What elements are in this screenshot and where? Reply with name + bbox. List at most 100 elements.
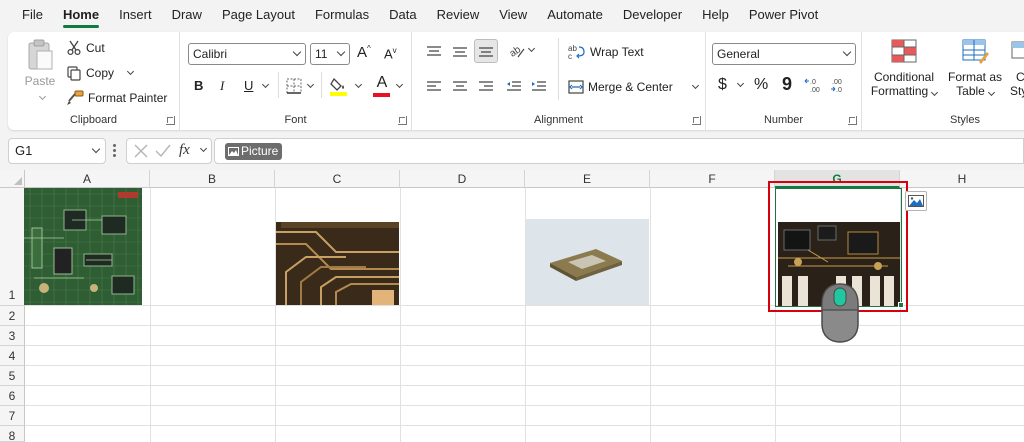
row-header-5[interactable]: 5 [0,366,25,386]
conditional-formatting-button[interactable]: Conditional Formatting [868,38,940,98]
menu-developer[interactable]: Developer [613,0,692,30]
merge-center-dropdown-icon[interactable] [691,81,699,90]
insert-function-dropdown-icon[interactable] [199,144,208,153]
underline-dropdown-icon[interactable] [261,80,270,89]
fill-color-dropdown-icon[interactable] [354,80,363,89]
row-header-7[interactable]: 7 [0,406,25,426]
name-box[interactable]: G1 [8,138,106,164]
format-as-table-dropdown-icon [987,88,995,97]
number-format-value: General [717,47,760,61]
column-header-a[interactable]: A [25,170,150,188]
align-top-icon[interactable] [426,45,442,62]
number-format-combo[interactable]: General [712,43,856,65]
row-header-2[interactable]: 2 [0,306,25,326]
font-name-combo[interactable]: Calibri [188,43,306,65]
align-middle-icon[interactable] [452,45,468,62]
paste-button[interactable]: Paste [18,38,62,101]
column-header-h[interactable]: H [900,170,1024,188]
row-header-1[interactable]: 1 [0,188,25,306]
formula-input[interactable]: Picture [214,138,1024,164]
currency-dropdown-icon[interactable] [736,79,745,88]
comma-style-button[interactable]: 9 [782,74,792,95]
increase-decimal-icon[interactable]: .0.00 [804,76,822,97]
bold-button[interactable]: B [194,78,203,93]
orientation-icon[interactable]: ab [508,43,526,62]
format-painter-button[interactable]: Format Painter [66,90,167,106]
font-launcher-icon[interactable] [398,116,407,125]
alignment-launcher-icon[interactable] [692,116,701,125]
row-header-8[interactable]: 8 [0,426,25,442]
increase-indent-icon[interactable] [531,80,547,97]
wrap-text-button[interactable]: ab c Wrap Text [568,44,644,60]
align-right-icon[interactable] [478,80,494,97]
borders-dropdown-icon[interactable] [306,80,315,89]
percent-button[interactable]: % [754,76,768,94]
borders-icon[interactable] [286,78,302,97]
menu-home[interactable]: Home [53,0,109,30]
number-group-label: Number [763,114,804,126]
menu-insert[interactable]: Insert [109,0,162,30]
column-header-d[interactable]: D [400,170,525,188]
menu-page-layout[interactable]: Page Layout [212,0,305,30]
select-all-corner[interactable] [0,170,25,188]
number-launcher-icon[interactable] [848,116,857,125]
cut-button[interactable]: Cut [66,40,105,56]
column-header-b[interactable]: B [150,170,275,188]
column-header-e[interactable]: E [525,170,650,188]
insert-function-button[interactable]: fx [179,142,190,159]
menu-power-pivot[interactable]: Power Pivot [739,0,828,30]
column-header-c[interactable]: C [275,170,400,188]
cell-styles-button[interactable]: C Styl [1010,38,1024,98]
svg-text:.00: .00 [810,87,820,94]
worksheet-grid[interactable]: A B C D E F G H 1 2 3 4 5 6 7 8 [0,170,1024,442]
menu-view[interactable]: View [489,0,537,30]
clipboard-launcher-icon[interactable] [166,116,175,125]
orientation-dropdown-icon[interactable] [527,44,536,53]
fill-color-icon[interactable] [330,76,348,99]
column-header-f[interactable]: F [650,170,775,188]
row-header-4[interactable]: 4 [0,346,25,366]
font-color-icon[interactable]: A [373,74,391,97]
circuit-board-picture-a1[interactable] [24,188,142,305]
merge-center-icon [568,79,584,95]
place-in-cell-icon[interactable] [905,191,927,211]
merge-center-button[interactable]: Merge & Center [568,79,699,95]
menu-review[interactable]: Review [427,0,490,30]
align-left-icon[interactable] [426,80,442,97]
underline-button[interactable]: U [244,78,253,93]
menu-data[interactable]: Data [379,0,426,30]
enter-check-icon[interactable] [155,143,171,162]
row-header-3[interactable]: 3 [0,326,25,346]
menu-automate[interactable]: Automate [537,0,613,30]
menu-help[interactable]: Help [692,0,739,30]
row-header-6[interactable]: 6 [0,386,25,406]
decrease-indent-icon[interactable] [506,80,522,97]
menu-formulas[interactable]: Formulas [305,0,379,30]
more-options-icon[interactable] [113,144,117,158]
decrease-font-icon[interactable]: Av [384,46,397,61]
conditional-formatting-label-2: Formatting [870,84,929,98]
decrease-decimal-icon[interactable]: .00.0 [830,76,848,97]
copy-dropdown-icon[interactable] [126,67,135,76]
menu-draw[interactable]: Draw [162,0,212,30]
conditional-formatting-label-row: Formatting [868,84,940,98]
font-size-combo[interactable]: 11 [310,43,350,65]
font-color-dropdown-icon[interactable] [395,80,404,89]
italic-button[interactable]: I [220,78,224,94]
name-box-dropdown-icon[interactable] [91,144,101,154]
increase-font-icon[interactable]: A^ [357,44,371,61]
paste-icon [28,39,53,70]
menu-file[interactable]: File [0,0,53,30]
align-bottom-icon[interactable] [474,39,498,63]
cancel-icon[interactable] [133,143,149,162]
gridline [25,325,1024,326]
picture-chip-label: Picture [241,144,279,158]
menu-bar: File Home Insert Draw Page Layout Formul… [0,0,1024,30]
format-as-table-button[interactable]: Format as Table [946,38,1004,98]
copy-button[interactable]: Copy [66,65,135,81]
currency-button[interactable]: $ [718,76,727,94]
cpu-chip-image [526,219,649,305]
cpu-chip-picture-e1[interactable] [526,219,649,305]
circuit-trace-picture-c1[interactable] [276,222,399,305]
align-center-icon[interactable] [452,80,468,97]
